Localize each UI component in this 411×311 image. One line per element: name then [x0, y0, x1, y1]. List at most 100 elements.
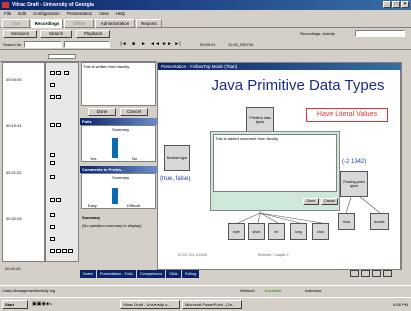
tab-reports[interactable]: Reports [136, 19, 162, 28]
status-network-label: Network [240, 288, 255, 293]
popup-cancel-button[interactable]: Cancel [321, 198, 338, 205]
bottom-tab-comparisons[interactable]: Comparisons [136, 270, 166, 278]
taskbar: Start ▣▣◉◈⌂ Vitrac Draft - University o.… [0, 297, 411, 311]
minimize-icon[interactable]: _ [383, 1, 391, 8]
marker-icon[interactable] [50, 71, 55, 75]
recordings-activity-dropdown[interactable] [355, 30, 405, 37]
comment-done-button[interactable]: Done [88, 108, 116, 116]
bottom-tab-slide[interactable]: Slide [166, 270, 181, 278]
timeline-time: 00:21:22 [6, 170, 22, 175]
marker-icon[interactable] [56, 198, 61, 202]
popup-done-button[interactable]: Done [303, 198, 319, 205]
marker-icon[interactable] [56, 249, 61, 253]
comments-bar-easy [112, 188, 118, 204]
main-tabs: Live Recordings Offline Administration R… [0, 18, 411, 28]
polls-summary-label: Summary [112, 127, 130, 132]
bottom-tab-polling[interactable]: Polling [181, 270, 200, 278]
menu-view[interactable]: View [99, 10, 109, 18]
summary-panel: (No question summary to display) [81, 222, 156, 268]
rewind-icon[interactable]: ◄◄ [150, 41, 160, 48]
search-dropdown[interactable] [64, 41, 110, 48]
tab-recordings[interactable]: Recordings [31, 19, 63, 28]
menu-configuration[interactable]: Configuration [33, 10, 60, 18]
marker-icon[interactable] [50, 237, 55, 241]
maximize-icon[interactable]: □ [392, 1, 400, 8]
marker-icon[interactable] [50, 213, 55, 217]
menu-file[interactable]: File [4, 10, 11, 18]
menu-help[interactable]: Help [116, 10, 125, 18]
last-icon[interactable]: ►| [174, 41, 181, 48]
view-icon[interactable] [361, 270, 370, 277]
tab-administration[interactable]: Administration [95, 19, 135, 28]
marker-icon[interactable] [64, 71, 69, 75]
taskbar-item[interactable]: Vitrac Draft - University o... [120, 300, 180, 309]
quicklaunch-icon[interactable]: ▣▣◉◈⌂ [32, 301, 53, 307]
stop-icon[interactable]: ■ [130, 41, 137, 48]
status-user: Instructor [305, 288, 322, 293]
taskbar-item[interactable]: Microsoft PowerPoint - [Ja... [182, 300, 242, 309]
comments-chart-panel: Summary Easy Difficult [81, 173, 156, 209]
close-icon[interactable]: × [401, 1, 409, 8]
root-node: Primitive data types [246, 107, 274, 133]
view-icon[interactable] [372, 270, 381, 277]
comments-label-easy: Easy [88, 203, 97, 208]
search-button[interactable]: Search [40, 30, 72, 38]
bottom-tab-presentation[interactable]: Presentation - Follo [96, 270, 136, 278]
status-sync: Excellent [265, 288, 282, 293]
marker-icon[interactable] [56, 95, 61, 99]
presentation-window: Presentation - FollowTop Mode (Titan) Ja… [157, 62, 402, 270]
marker-icon[interactable] [62, 249, 67, 253]
floating-point-node: Floating-point types [340, 171, 368, 197]
menu-edit[interactable]: Edit [18, 10, 26, 18]
poll-label-no: No [132, 156, 138, 161]
search-for-label: Search for [3, 42, 22, 47]
taskbar-clock: 6:56 PM [393, 302, 408, 307]
timeline-zoom[interactable] [48, 54, 76, 59]
timeline-markers [45, 62, 79, 262]
summary-panel-title: Summary [80, 214, 157, 221]
comment-textarea[interactable]: This is added comment from faculty [213, 134, 337, 192]
player-toolbar: Search for |◄ ■ ► ◄◄ ►► ►| 00:00:01 11:0… [0, 40, 411, 50]
recordings-activity-label: Recordings: Activity [300, 31, 335, 36]
marker-icon[interactable] [50, 198, 55, 202]
timeline-header [0, 51, 157, 62]
comment-cancel-button[interactable]: Cancel [120, 108, 148, 116]
sessions-button[interactable]: Sessions [3, 30, 37, 38]
view-icon[interactable] [383, 270, 392, 277]
first-icon[interactable]: |◄ [120, 41, 127, 48]
status-activity-log[interactable]: Activity log [36, 288, 55, 293]
timeline-time-end: 00:42:44 [5, 266, 21, 271]
leaf-node: short [248, 223, 265, 240]
marker-icon[interactable] [56, 71, 61, 75]
right-scrollbar[interactable] [401, 62, 411, 270]
marker-icon[interactable] [50, 95, 55, 99]
comments-panel-title: Comments to Profes... [80, 166, 157, 173]
tab-offline[interactable]: Offline [64, 19, 94, 28]
comments-label-difficult: Difficult [127, 203, 141, 208]
poll-label-yes: Yes [90, 156, 97, 161]
marker-icon[interactable] [50, 123, 55, 127]
marker-icon[interactable] [50, 175, 55, 179]
bottom-tab-notes[interactable]: Notes [80, 270, 96, 278]
marker-icon[interactable] [50, 225, 55, 229]
play-icon[interactable]: ► [140, 41, 147, 48]
marker-icon[interactable] [50, 161, 55, 165]
search-input[interactable] [24, 41, 62, 48]
fast-forward-icon[interactable]: ►► [162, 41, 172, 48]
marker-icon[interactable] [50, 83, 55, 87]
timeline[interactable]: 00:00:00 00:10:41 00:21:22 00:32:03 00:4… [2, 62, 45, 262]
status-class-management[interactable]: Class Management [2, 288, 36, 293]
float-leaf-node: double [370, 213, 389, 230]
view-icon[interactable] [350, 270, 359, 277]
leaf-node: char [312, 223, 329, 240]
playback-button[interactable]: Playback [76, 30, 110, 38]
marker-icon[interactable] [50, 153, 55, 157]
menu-presentation[interactable]: Presentation [67, 10, 92, 18]
start-button[interactable]: Start [2, 300, 28, 309]
marker-icon[interactable] [50, 249, 55, 253]
marker-icon[interactable] [68, 249, 73, 253]
tab-live[interactable]: Live [2, 19, 30, 28]
title-bar: Vitrac Draft - University of Georgia _ □… [0, 0, 411, 10]
marker-icon[interactable] [56, 123, 61, 127]
comments-summary-label: Summary [112, 175, 130, 180]
